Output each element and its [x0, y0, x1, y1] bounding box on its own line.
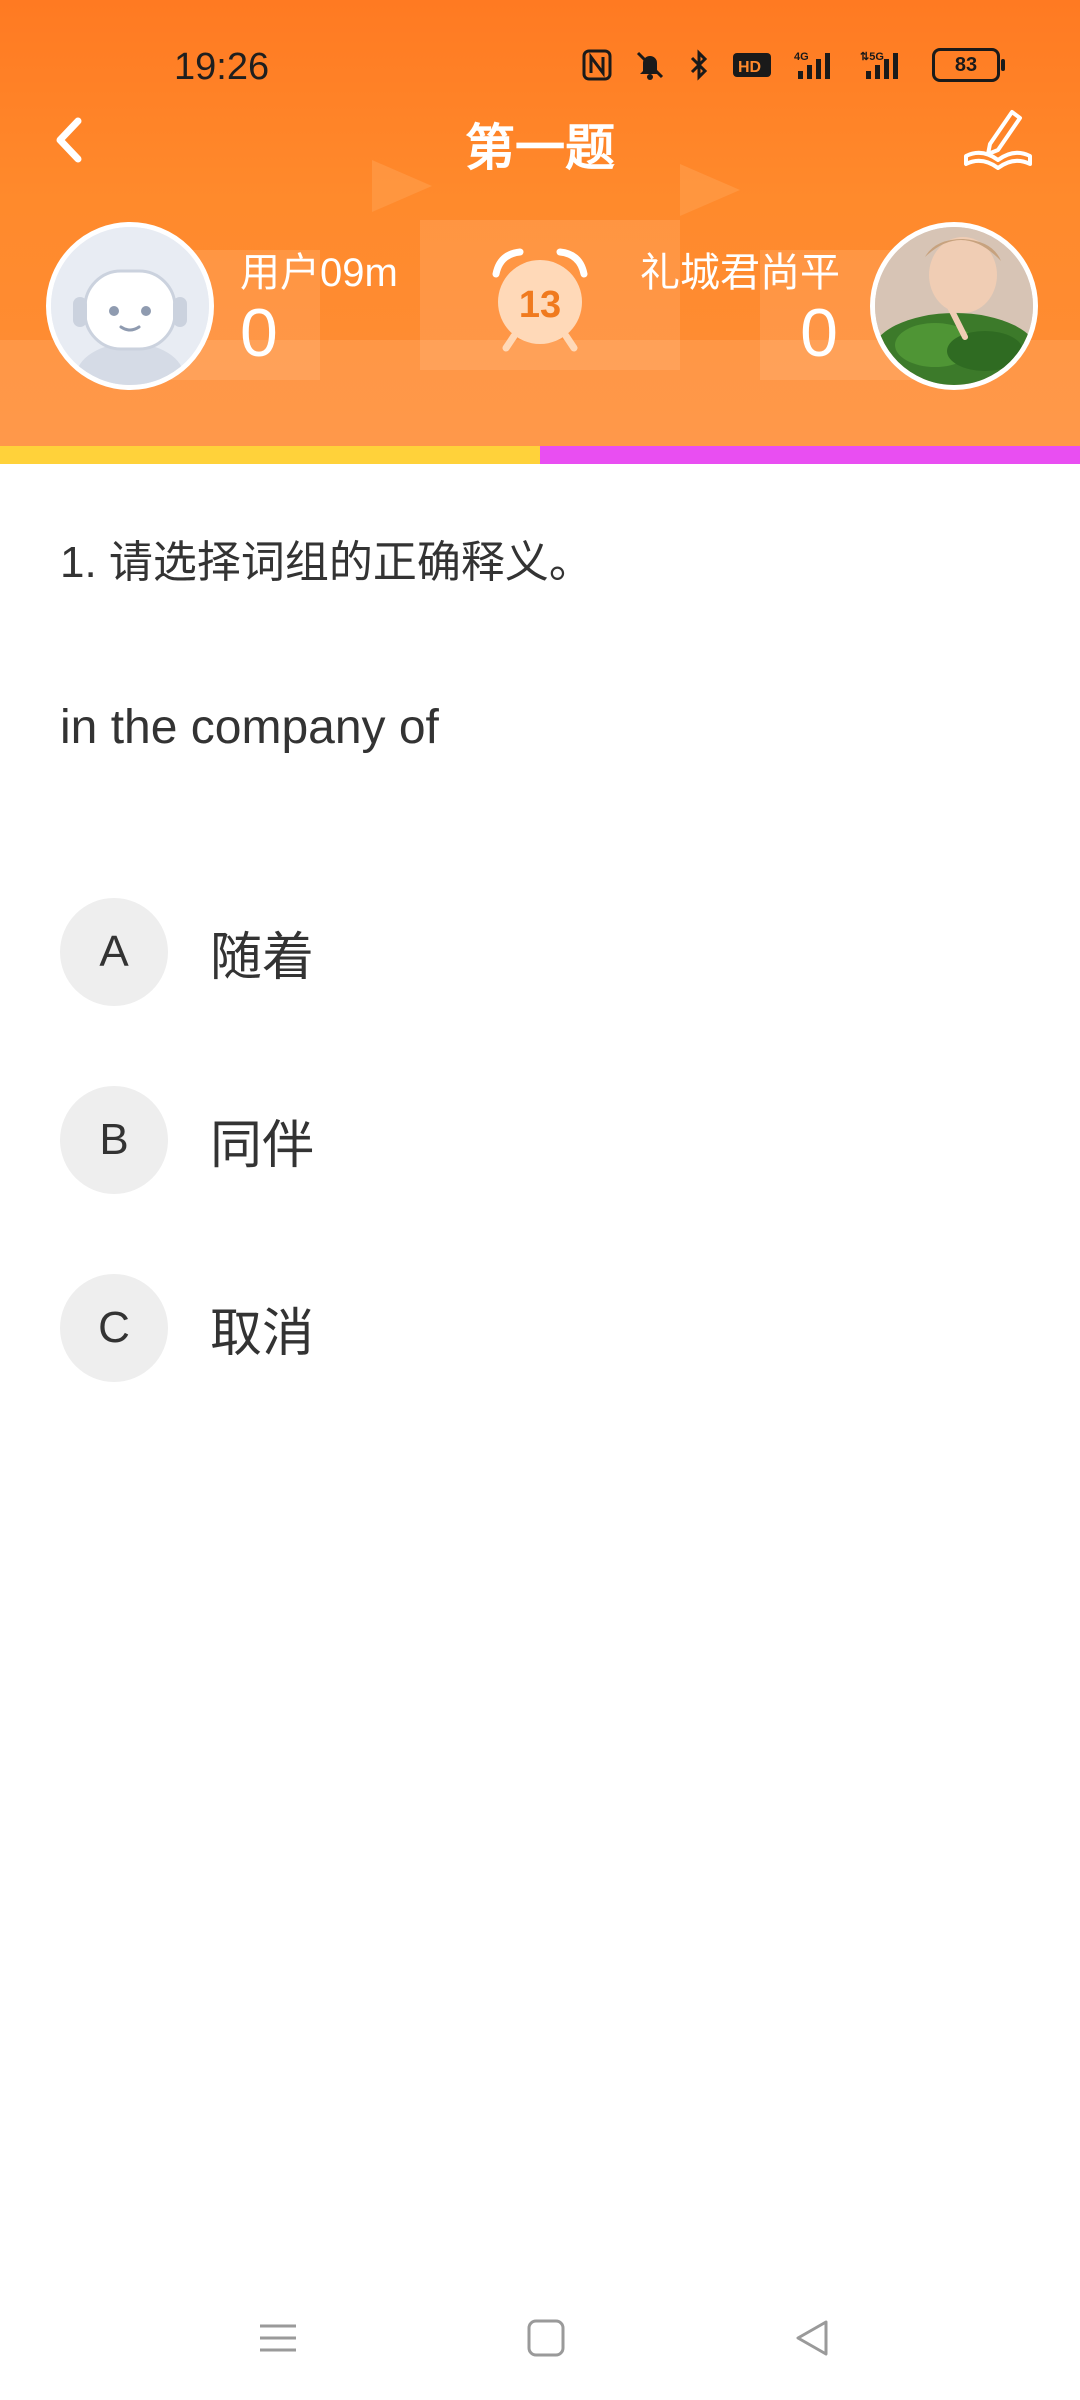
player-left-name: 用户09m — [240, 251, 398, 295]
status-bar: 19:26 HD 4G ⇅5G 83 — [0, 0, 1080, 120]
mute-icon — [634, 48, 666, 82]
progress-right-segment — [540, 446, 1080, 464]
question-phrase: in the company of — [60, 701, 439, 754]
signal-4g-icon: 4G — [794, 48, 838, 82]
nfc-icon — [582, 48, 612, 82]
option-text: 同伴 — [210, 1116, 315, 1175]
option-text: 取消 — [210, 1304, 315, 1363]
robot-avatar — [51, 227, 209, 385]
option-letter: C — [60, 1274, 168, 1382]
photo-avatar — [875, 227, 1033, 385]
option-text: 随着 — [210, 928, 315, 987]
player-left-score: 0 — [240, 295, 278, 371]
svg-text:HD: HD — [738, 59, 761, 76]
question-prompt: 1. 请选择词组的正确释义。 — [60, 538, 593, 587]
battery-level: 83 — [954, 53, 978, 76]
system-nav-bar — [0, 2290, 1080, 2380]
menu-button[interactable] — [248, 2308, 308, 2368]
score-progress-bar — [0, 446, 1080, 464]
signal-5g-icon: ⇅5G — [860, 48, 910, 82]
alarm-clock-icon: 13 — [490, 244, 590, 354]
bluetooth-icon — [688, 48, 710, 82]
hd-icon: HD — [732, 48, 772, 82]
status-time: 19:26 — [174, 46, 270, 88]
svg-text:4G: 4G — [794, 51, 809, 63]
progress-left-segment — [0, 446, 540, 464]
option-letter: A — [60, 898, 168, 1006]
player-right-name: 礼城君尚平 — [640, 251, 840, 295]
home-button[interactable] — [516, 2308, 576, 2368]
player-right-avatar[interactable] — [870, 222, 1038, 390]
menu-icon — [260, 2324, 296, 2352]
nav-back-button[interactable] — [782, 2308, 842, 2368]
back-icon — [796, 2320, 828, 2356]
page-title: 第一题 — [465, 120, 615, 176]
player-right-score: 0 — [800, 295, 838, 371]
timer-value: 13 — [518, 284, 562, 326]
edit-button[interactable] — [960, 104, 1036, 174]
option-a[interactable]: A 随着 — [60, 897, 1020, 1007]
pencil-book-icon — [964, 110, 1032, 170]
option-letter: B — [60, 1086, 168, 1194]
option-b[interactable]: B 同伴 — [60, 1085, 1020, 1195]
status-icons: HD 4G ⇅5G 83 — [582, 48, 1005, 82]
player-left-avatar[interactable] — [46, 222, 214, 390]
home-icon — [527, 2319, 565, 2357]
header: 19:26 HD 4G ⇅5G 83 第一题 用户09m 0 13 礼城君尚平 … — [0, 0, 1080, 446]
svg-text:⇅5G: ⇅5G — [860, 51, 884, 63]
option-c[interactable]: C 取消 — [60, 1273, 1020, 1383]
battery-icon: 83 — [932, 48, 1005, 82]
